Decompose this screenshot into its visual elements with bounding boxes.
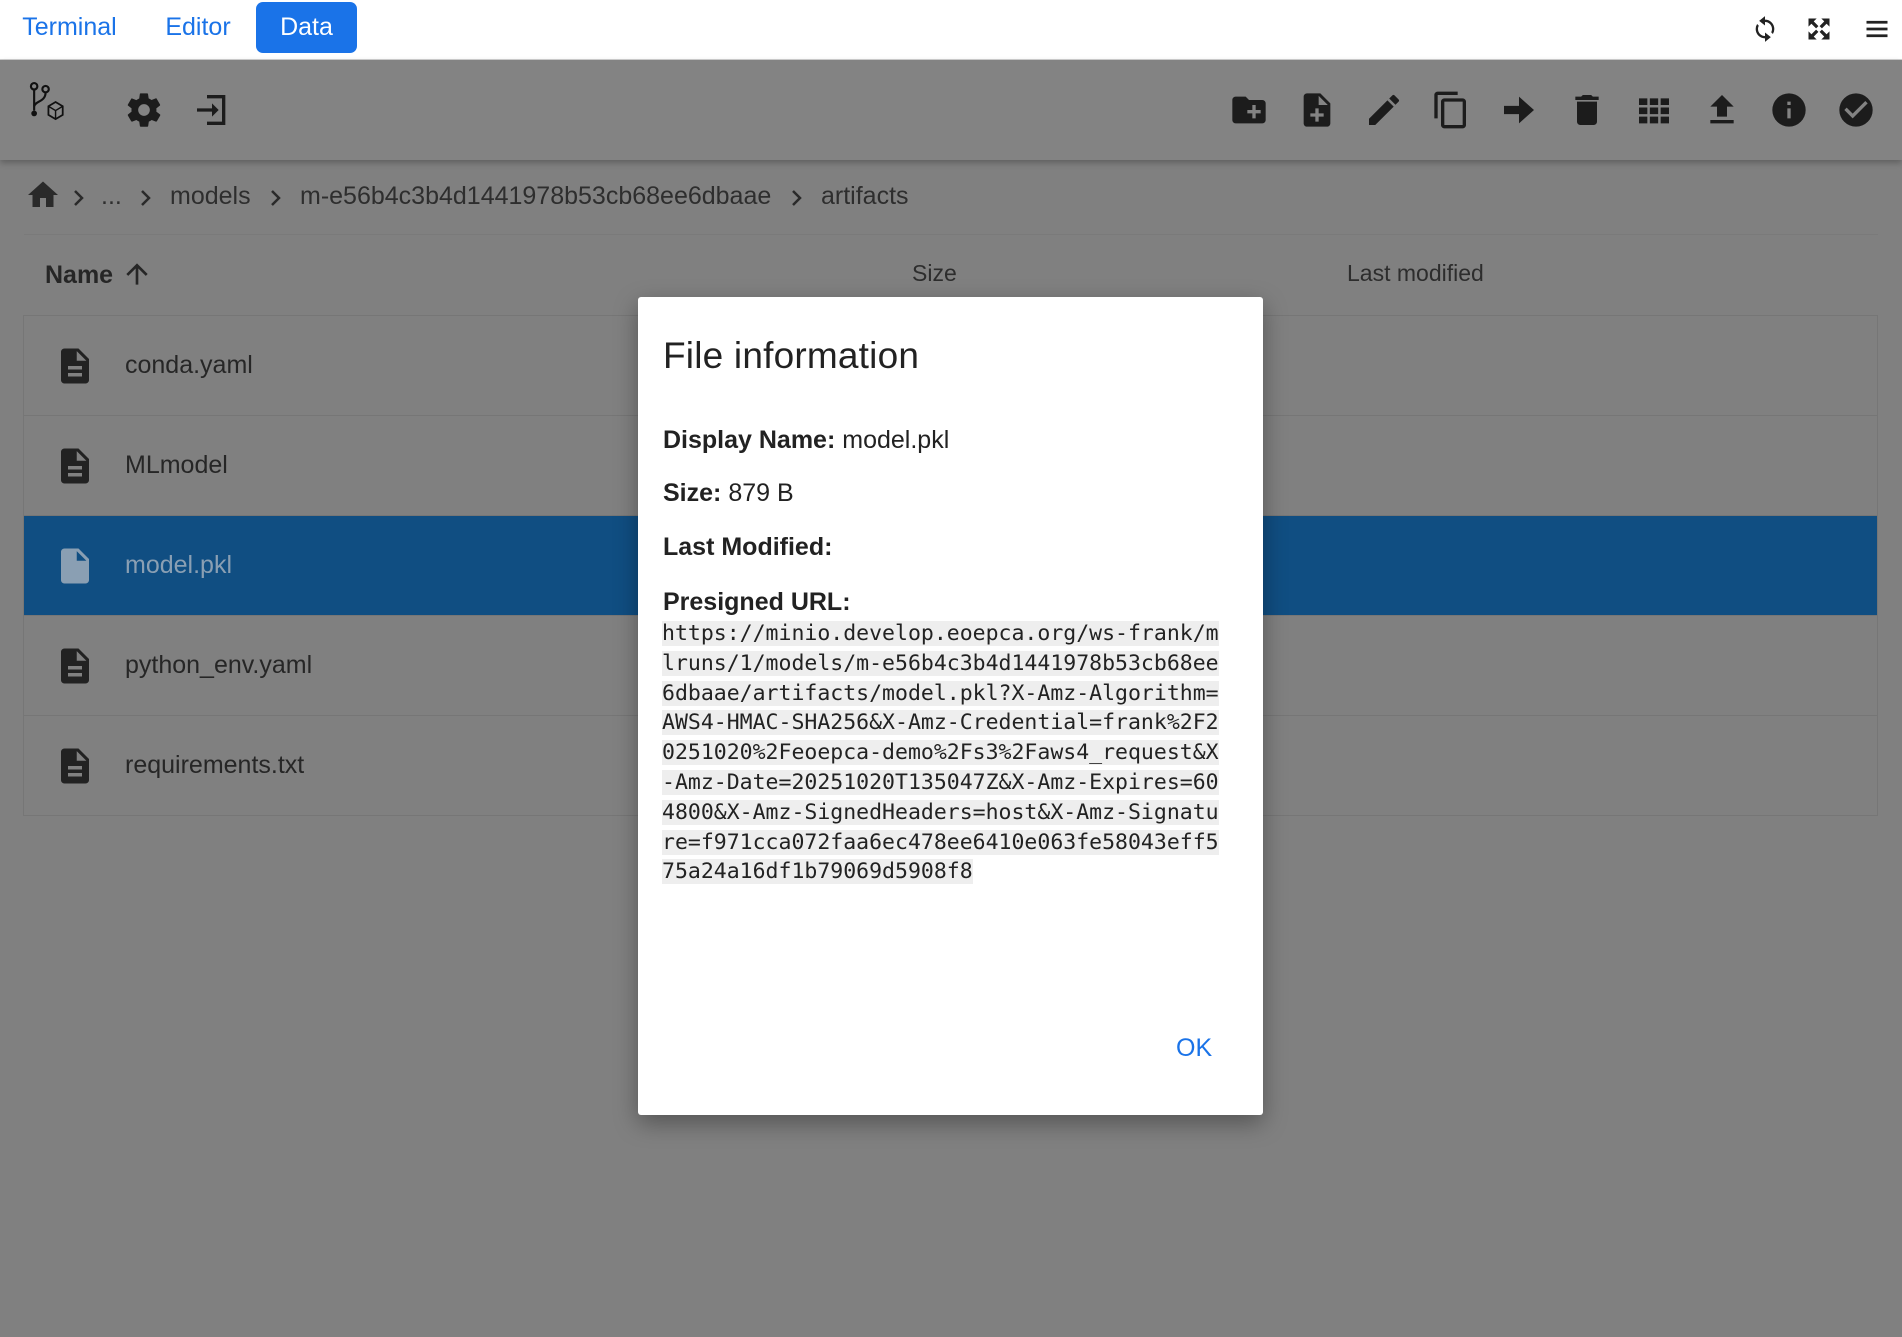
- chevron-right-icon: [271, 190, 281, 206]
- ok-button[interactable]: OK: [1168, 1030, 1220, 1067]
- last-modified-line: Last Modified:: [663, 533, 832, 562]
- file-name: requirements.txt: [125, 751, 305, 779]
- breadcrumb: ... models m-e56b4c3b4d1441978b53cb68ee6…: [0, 172, 1902, 224]
- dialog-title: File information: [663, 335, 920, 376]
- last-modified-label: Last Modified:: [663, 533, 833, 561]
- info-icon[interactable]: [1769, 90, 1809, 130]
- file-icon: [61, 348, 89, 384]
- presigned-url-value[interactable]: https://minio.develop.eoepca.org/ws-fran…: [662, 619, 1228, 887]
- breadcrumb-ellipsis[interactable]: ...: [101, 182, 122, 211]
- new-folder-icon[interactable]: [1229, 90, 1269, 130]
- move-icon[interactable]: [1499, 90, 1539, 130]
- column-header-last-modified[interactable]: Last modified: [1347, 260, 1484, 287]
- display-name-label: Display Name:: [663, 426, 836, 454]
- git-models-icon[interactable]: [27, 82, 83, 138]
- breadcrumb-artifacts[interactable]: artifacts: [821, 182, 909, 211]
- file-manager-toolbar: [0, 60, 1902, 160]
- size-label: Size:: [663, 479, 722, 507]
- size-line: Size: 879 B: [663, 479, 794, 508]
- delete-icon[interactable]: [1567, 90, 1607, 130]
- chevron-right-icon: [792, 190, 802, 206]
- file-icon: [61, 448, 89, 484]
- file-icon: [61, 648, 89, 684]
- menu-icon[interactable]: [1863, 15, 1891, 43]
- file-name: conda.yaml: [125, 351, 253, 379]
- chevron-right-icon: [141, 190, 151, 206]
- top-tab-bar: Terminal Editor Data: [0, 0, 1902, 60]
- new-file-icon[interactable]: [1297, 90, 1337, 130]
- file-name: MLmodel: [125, 451, 228, 479]
- tab-terminal[interactable]: Terminal: [9, 2, 130, 53]
- column-header-name[interactable]: Name: [45, 261, 113, 290]
- column-header-size[interactable]: Size: [912, 260, 957, 287]
- file-info-dialog: File information Display Name: model.pkl…: [638, 297, 1263, 1115]
- file-name: python_env.yaml: [125, 651, 313, 679]
- chevron-right-icon: [74, 190, 84, 206]
- file-name: model.pkl: [125, 551, 232, 579]
- breadcrumb-models[interactable]: models: [170, 182, 251, 211]
- grid-view-icon[interactable]: [1634, 90, 1674, 130]
- copy-icon[interactable]: [1431, 90, 1471, 130]
- upload-icon[interactable]: [1702, 90, 1742, 130]
- arrow-up-icon[interactable]: [121, 258, 153, 290]
- fullscreen-icon[interactable]: [1805, 15, 1833, 43]
- size-value: 879 B: [728, 479, 794, 507]
- tab-editor[interactable]: Editor: [148, 2, 248, 53]
- divider: [24, 234, 1878, 235]
- display-name-value: model.pkl: [842, 426, 950, 454]
- rename-icon[interactable]: [1364, 90, 1404, 130]
- select-check-icon[interactable]: [1836, 90, 1876, 130]
- gear-icon[interactable]: [124, 90, 164, 130]
- presigned-url-label-line: Presigned URL:: [663, 588, 851, 617]
- presigned-url-label: Presigned URL:: [663, 588, 851, 616]
- home-icon[interactable]: [25, 177, 61, 213]
- file-icon: [61, 548, 89, 584]
- logout-icon[interactable]: [192, 90, 232, 130]
- display-name-line: Display Name: model.pkl: [663, 426, 949, 455]
- breadcrumb-model-id[interactable]: m-e56b4c3b4d1441978b53cb68ee6dbaae: [300, 182, 771, 211]
- file-icon: [61, 748, 89, 784]
- refresh-icon[interactable]: [1751, 15, 1779, 43]
- tab-data[interactable]: Data: [256, 2, 357, 53]
